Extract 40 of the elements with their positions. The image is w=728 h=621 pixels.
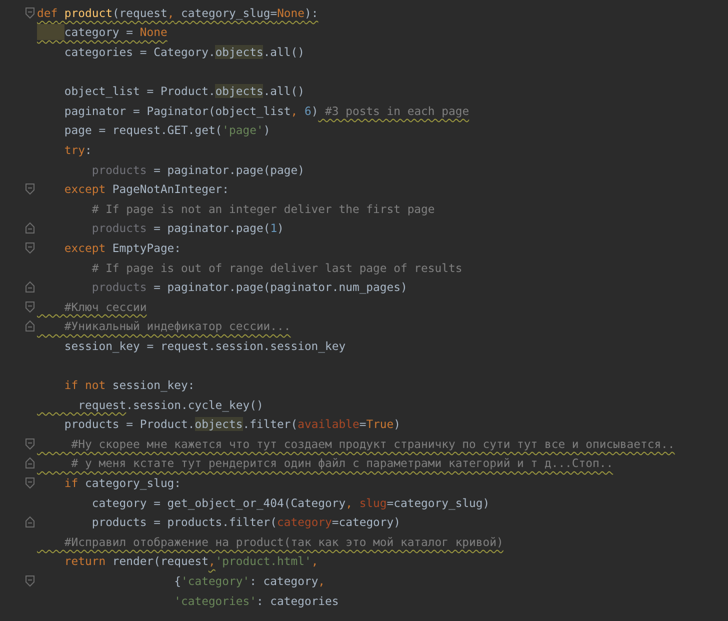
code-line: #Ключ сессии (63, 298, 147, 315)
fold-icon[interactable] (25, 222, 35, 234)
code-line: products = paginator.page(paginator.num_pages) (90, 279, 408, 296)
code-line: if category_slug: (63, 475, 182, 492)
code-line: except PageNotAnInteger: (63, 181, 230, 198)
code-line: {'category': category, (173, 573, 326, 590)
code-line: products = paginator.page(page) (90, 162, 304, 178)
fold-icon[interactable] (25, 183, 35, 196)
code-line: request.session.cycle_key() (77, 396, 264, 413)
code-line: #Исправил отображение на product(так как это мой каталог кривой) (63, 534, 504, 550)
fold-icon[interactable] (25, 516, 35, 528)
code-line: categories = Category.objects.all() (63, 44, 304, 60)
code-line: 'categories': categories (173, 592, 339, 609)
fold-icon[interactable] (25, 281, 35, 294)
fold-icon[interactable] (25, 438, 35, 450)
code-line: return render(request,'product.html', (63, 553, 318, 570)
code-line: except EmptyPage: (63, 240, 182, 256)
code-line: products = products.filter(category=category) (90, 514, 400, 530)
code-line: paginator = Paginator(object_list, 6) #3 posts in each page (63, 102, 470, 119)
code-line: products = paginator.page(1) (90, 220, 284, 236)
fold-icon[interactable] (25, 300, 35, 313)
code-line: #Ну скорее мне кажется что тут создаем продукт страничку по сути тут все и описывается.. (70, 436, 675, 452)
code-line: category = get_object_or_404(Category, slug=category_slug) (90, 494, 490, 511)
code-line: if not session_key: (63, 377, 195, 394)
code-line: page = request.GET.get('page') (63, 122, 270, 138)
code-line: session_key = request.session.session_key (63, 338, 346, 354)
fold-icon[interactable] (25, 242, 35, 254)
code-line: def product(request, category_slug=None): (37, 4, 318, 21)
code-line: object_list = Product.objects.all() (63, 83, 304, 100)
code-line: # у меня кстате тут рендерится один файл с параметрами категорий и т д...Стоп.. (70, 455, 614, 472)
fold-icon[interactable] (25, 477, 35, 490)
fold-icon[interactable] (25, 320, 35, 332)
fold-icon[interactable] (25, 575, 35, 588)
code-line: # If page is out of range deliver last page of results (90, 260, 462, 276)
fold-icon[interactable] (25, 457, 35, 470)
code-line: products = Product.objects.filter(available=True) (63, 416, 401, 432)
code-line: #Уникальный индефикатор сессии... (63, 318, 291, 334)
code-line: try: (63, 142, 92, 158)
code-line: # If page is not an integer deliver the first page (90, 200, 435, 217)
fold-icon[interactable] (25, 6, 35, 19)
